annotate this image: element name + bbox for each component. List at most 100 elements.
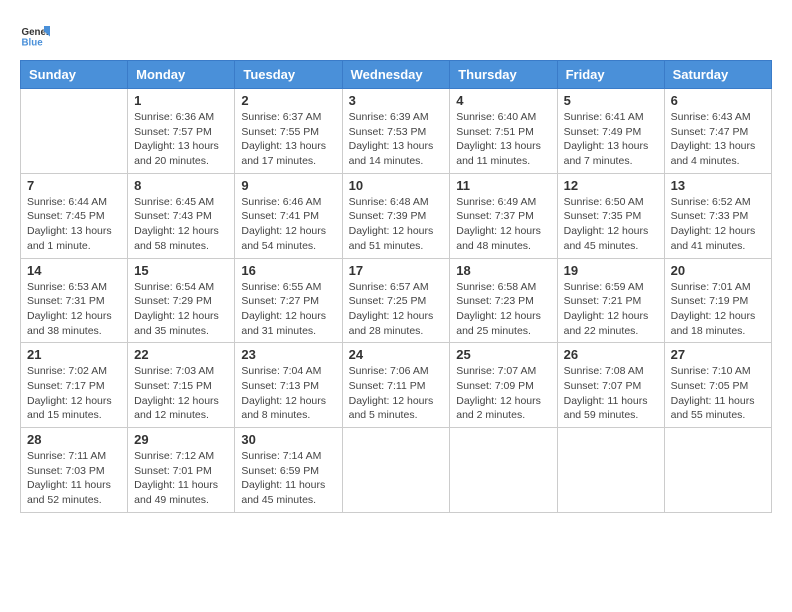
calendar-cell: 6 Sunrise: 6:43 AM Sunset: 7:47 PM Daylig… xyxy=(664,89,771,174)
day-header-tuesday: Tuesday xyxy=(235,61,342,89)
calendar-cell: 3Sunrise: 6:39 AM Sunset: 7:53 PM Daylig… xyxy=(342,89,450,174)
day-number: 4 xyxy=(456,93,550,108)
calendar-cell: 5Sunrise: 6:41 AM Sunset: 7:49 PM Daylig… xyxy=(557,89,664,174)
calendar-cell: 22 Sunrise: 7:03 AM Sunset: 7:15 PM Dayli… xyxy=(128,343,235,428)
calendar-cell: 7 Sunrise: 6:44 AM Sunset: 7:45 PM Daylig… xyxy=(21,173,128,258)
day-info: Sunrise: 7:07 AM Sunset: 7:09 PM Dayligh… xyxy=(456,364,550,423)
day-number: 27 xyxy=(671,347,765,362)
calendar-cell: 24 Sunrise: 7:06 AM Sunset: 7:11 PM Dayli… xyxy=(342,343,450,428)
calendar-cell: 12 Sunrise: 6:50 AM Sunset: 7:35 PM Dayli… xyxy=(557,173,664,258)
calendar-cell: 10Sunrise: 6:48 AM Sunset: 7:39 PM Dayli… xyxy=(342,173,450,258)
calendar-cell: 18 Sunrise: 6:58 AM Sunset: 7:23 PM Dayli… xyxy=(450,258,557,343)
day-number: 29 xyxy=(134,432,228,447)
day-number: 17 xyxy=(349,263,444,278)
day-number: 24 xyxy=(349,347,444,362)
calendar-cell: 4 Sunrise: 6:40 AM Sunset: 7:51 PM Daylig… xyxy=(450,89,557,174)
calendar-cell: 17 Sunrise: 6:57 AM Sunset: 7:25 PM Dayli… xyxy=(342,258,450,343)
day-header-saturday: Saturday xyxy=(664,61,771,89)
calendar-cell: 13 Sunrise: 6:52 AM Sunset: 7:33 PM Dayli… xyxy=(664,173,771,258)
day-number: 12 xyxy=(564,178,658,193)
day-header-friday: Friday xyxy=(557,61,664,89)
day-number: 10 xyxy=(349,178,444,193)
calendar-cell xyxy=(557,428,664,513)
day-number: 26 xyxy=(564,347,658,362)
week-row-5: 28 Sunrise: 7:11 AM Sunset: 7:03 PM Dayli… xyxy=(21,428,772,513)
day-info: Sunrise: 6:57 AM Sunset: 7:25 PM Dayligh… xyxy=(349,280,444,339)
week-row-2: 7 Sunrise: 6:44 AM Sunset: 7:45 PM Daylig… xyxy=(21,173,772,258)
calendar-cell: 29 Sunrise: 7:12 AM Sunset: 7:01 PM Dayli… xyxy=(128,428,235,513)
day-number: 19 xyxy=(564,263,658,278)
day-info: Sunrise: 7:12 AM Sunset: 7:01 PM Dayligh… xyxy=(134,449,228,508)
calendar-cell: 2Sunrise: 6:37 AM Sunset: 7:55 PM Daylig… xyxy=(235,89,342,174)
day-info: Sunrise: 6:49 AM Sunset: 7:37 PM Dayligh… xyxy=(456,195,550,254)
day-info: Sunrise: 6:55 AM Sunset: 7:27 PM Dayligh… xyxy=(241,280,335,339)
days-header-row: SundayMondayTuesdayWednesdayThursdayFrid… xyxy=(21,61,772,89)
day-info: Sunrise: 7:10 AM Sunset: 7:05 PM Dayligh… xyxy=(671,364,765,423)
calendar-cell: 20 Sunrise: 7:01 AM Sunset: 7:19 PM Dayli… xyxy=(664,258,771,343)
day-header-wednesday: Wednesday xyxy=(342,61,450,89)
calendar-cell xyxy=(342,428,450,513)
logo-icon: General Blue xyxy=(20,20,50,50)
day-info: Sunrise: 7:08 AM Sunset: 7:07 PM Dayligh… xyxy=(564,364,658,423)
calendar: SundayMondayTuesdayWednesdayThursdayFrid… xyxy=(20,60,772,513)
calendar-cell: 30 Sunrise: 7:14 AM Sunset: 6:59 PM Dayli… xyxy=(235,428,342,513)
day-number: 8 xyxy=(134,178,228,193)
day-info: Sunrise: 6:58 AM Sunset: 7:23 PM Dayligh… xyxy=(456,280,550,339)
day-number: 20 xyxy=(671,263,765,278)
day-header-sunday: Sunday xyxy=(21,61,128,89)
day-info: Sunrise: 7:02 AM Sunset: 7:17 PM Dayligh… xyxy=(27,364,121,423)
week-row-3: 14Sunrise: 6:53 AM Sunset: 7:31 PM Dayli… xyxy=(21,258,772,343)
day-number: 23 xyxy=(241,347,335,362)
calendar-cell xyxy=(21,89,128,174)
calendar-cell: 16 Sunrise: 6:55 AM Sunset: 7:27 PM Dayli… xyxy=(235,258,342,343)
day-number: 11 xyxy=(456,178,550,193)
day-header-monday: Monday xyxy=(128,61,235,89)
day-number: 22 xyxy=(134,347,228,362)
calendar-cell: 11 Sunrise: 6:49 AM Sunset: 7:37 PM Dayli… xyxy=(450,173,557,258)
calendar-cell: 9 Sunrise: 6:46 AM Sunset: 7:41 PM Daylig… xyxy=(235,173,342,258)
logo: General Blue xyxy=(20,20,52,50)
day-number: 9 xyxy=(241,178,335,193)
calendar-cell: 14Sunrise: 6:53 AM Sunset: 7:31 PM Dayli… xyxy=(21,258,128,343)
day-number: 1 xyxy=(134,93,228,108)
day-number: 21 xyxy=(27,347,121,362)
day-number: 2 xyxy=(241,93,335,108)
calendar-cell: 8Sunrise: 6:45 AM Sunset: 7:43 PM Daylig… xyxy=(128,173,235,258)
day-info: Sunrise: 7:11 AM Sunset: 7:03 PM Dayligh… xyxy=(27,449,121,508)
day-number: 28 xyxy=(27,432,121,447)
day-number: 7 xyxy=(27,178,121,193)
day-number: 15 xyxy=(134,263,228,278)
day-info: Sunrise: 7:01 AM Sunset: 7:19 PM Dayligh… xyxy=(671,280,765,339)
day-number: 3 xyxy=(349,93,444,108)
day-number: 13 xyxy=(671,178,765,193)
day-info: Sunrise: 7:03 AM Sunset: 7:15 PM Dayligh… xyxy=(134,364,228,423)
calendar-cell: 19 Sunrise: 6:59 AM Sunset: 7:21 PM Dayli… xyxy=(557,258,664,343)
day-header-thursday: Thursday xyxy=(450,61,557,89)
day-info: Sunrise: 7:04 AM Sunset: 7:13 PM Dayligh… xyxy=(241,364,335,423)
day-info: Sunrise: 6:50 AM Sunset: 7:35 PM Dayligh… xyxy=(564,195,658,254)
day-info: Sunrise: 6:43 AM Sunset: 7:47 PM Dayligh… xyxy=(671,110,765,169)
calendar-cell: 28 Sunrise: 7:11 AM Sunset: 7:03 PM Dayli… xyxy=(21,428,128,513)
day-number: 18 xyxy=(456,263,550,278)
day-info: Sunrise: 6:52 AM Sunset: 7:33 PM Dayligh… xyxy=(671,195,765,254)
day-number: 5 xyxy=(564,93,658,108)
calendar-cell: 23 Sunrise: 7:04 AM Sunset: 7:13 PM Dayli… xyxy=(235,343,342,428)
week-row-4: 21 Sunrise: 7:02 AM Sunset: 7:17 PM Dayli… xyxy=(21,343,772,428)
day-info: Sunrise: 7:14 AM Sunset: 6:59 PM Dayligh… xyxy=(241,449,335,508)
day-info: Sunrise: 6:54 AM Sunset: 7:29 PM Dayligh… xyxy=(134,280,228,339)
day-info: Sunrise: 6:46 AM Sunset: 7:41 PM Dayligh… xyxy=(241,195,335,254)
calendar-cell: 27 Sunrise: 7:10 AM Sunset: 7:05 PM Dayli… xyxy=(664,343,771,428)
day-info: Sunrise: 6:40 AM Sunset: 7:51 PM Dayligh… xyxy=(456,110,550,169)
day-number: 6 xyxy=(671,93,765,108)
calendar-cell: 1Sunrise: 6:36 AM Sunset: 7:57 PM Daylig… xyxy=(128,89,235,174)
day-info: Sunrise: 6:44 AM Sunset: 7:45 PM Dayligh… xyxy=(27,195,121,254)
calendar-cell xyxy=(450,428,557,513)
day-info: Sunrise: 6:53 AM Sunset: 7:31 PM Dayligh… xyxy=(27,280,121,339)
day-number: 30 xyxy=(241,432,335,447)
day-info: Sunrise: 7:06 AM Sunset: 7:11 PM Dayligh… xyxy=(349,364,444,423)
calendar-cell: 26 Sunrise: 7:08 AM Sunset: 7:07 PM Dayli… xyxy=(557,343,664,428)
day-info: Sunrise: 6:59 AM Sunset: 7:21 PM Dayligh… xyxy=(564,280,658,339)
calendar-cell xyxy=(664,428,771,513)
day-number: 16 xyxy=(241,263,335,278)
calendar-cell: 25Sunrise: 7:07 AM Sunset: 7:09 PM Dayli… xyxy=(450,343,557,428)
